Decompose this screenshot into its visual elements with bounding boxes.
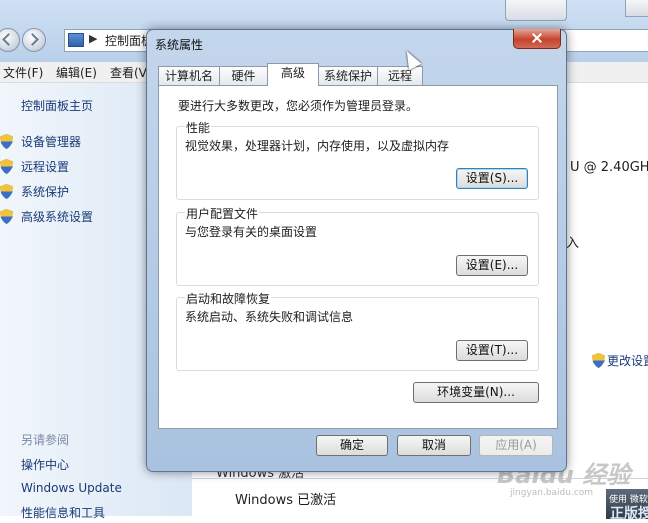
sidebar-item-label: 设备管理器 (21, 135, 82, 149)
dialog-title: 系统属性 (155, 38, 204, 52)
menu-edit[interactable]: 编辑(E) (56, 64, 97, 81)
sidebar-item-label: 高级系统设置 (21, 210, 94, 224)
uac-shield-icon (0, 134, 13, 149)
tab-remote[interactable]: 远程 (377, 66, 423, 85)
forward-button[interactable] (22, 28, 46, 52)
tab-advanced[interactable]: 高级 (267, 63, 319, 86)
background-minimize-maximize-buttons[interactable] (505, 0, 567, 21)
environment-variables-button[interactable]: 环境变量(N)... (413, 382, 539, 403)
background-close-button[interactable] (625, 0, 648, 17)
activation-status: Windows 已激活 (235, 493, 337, 508)
sidebar-home-link[interactable]: 控制面板主页 (21, 97, 93, 114)
performance-settings-button[interactable]: 设置(S)... (456, 168, 528, 189)
cancel-button[interactable]: 取消 (397, 435, 471, 456)
see-also-heading: 另请参阅 (21, 433, 70, 447)
system-properties-dialog: 系统属性 计算机名 硬件 高级 系统保护 远程 要进行大多数更改，您必须作为管理… (146, 29, 567, 472)
sidebar-link-windows-update[interactable]: Windows Update (21, 481, 122, 495)
admin-notice: 要进行大多数更改，您必须作为管理员登录。 (178, 99, 419, 113)
advanced-tab-panel: 要进行大多数更改，您必须作为管理员登录。 性能 视觉效果，处理器计划，内存使用，… (158, 85, 558, 429)
sidebar-link-action-center[interactable]: 操作中心 (21, 456, 69, 473)
processor-value: U @ 2.40GHz (570, 160, 648, 175)
performance-group: 性能 视觉效果，处理器计划，内存使用，以及虚拟内存 设置(S)... (176, 119, 539, 200)
group-title: 启动和故障恢复 (185, 290, 272, 307)
genuine-line2: 正版授 (610, 506, 648, 522)
breadcrumb-arrow-icon[interactable]: ▶ (89, 32, 97, 45)
control-panel-icon (68, 33, 84, 47)
startup-recovery-group: 启动和故障恢复 系统启动、系统失败和调试信息 设置(T)... (176, 290, 539, 371)
group-description: 系统启动、系统失败和调试信息 (185, 310, 354, 324)
startup-recovery-settings-button[interactable]: 设置(T)... (456, 340, 528, 361)
partial-label: 入 (566, 236, 580, 251)
group-description: 视觉效果，处理器计划，内存使用，以及虚拟内存 (185, 139, 450, 153)
apply-button[interactable]: 应用(A) (479, 435, 553, 456)
tab-hardware[interactable]: 硬件 (219, 66, 268, 85)
sidebar-link-performance[interactable]: 性能信息和工具 (21, 504, 105, 521)
tab-system-protection[interactable]: 系统保护 (318, 66, 378, 85)
change-settings-label: 更改设置 (607, 354, 648, 368)
group-title: 用户配置文件 (185, 205, 260, 222)
uac-shield-icon (0, 159, 13, 174)
sidebar-item-label: 远程设置 (21, 160, 70, 174)
user-profiles-settings-button[interactable]: 设置(E)... (456, 255, 528, 276)
watermark-url: jingyan.baidu.com (510, 488, 594, 498)
sidebar-item-label: 系统保护 (21, 185, 70, 199)
close-button[interactable] (513, 29, 561, 49)
uac-shield-icon (0, 184, 13, 199)
tab-computer-name[interactable]: 计算机名 (158, 66, 220, 85)
menu-file[interactable]: 文件(F) (3, 64, 43, 81)
user-profiles-group: 用户配置文件 与您登录有关的桌面设置 设置(E)... (176, 205, 539, 286)
genuine-microsoft-badge[interactable]: 使用 微软 正版授 (606, 489, 648, 522)
uac-shield-icon (592, 353, 605, 368)
group-title: 性能 (185, 119, 212, 136)
ok-button[interactable]: 确定 (316, 435, 388, 456)
group-description: 与您登录有关的桌面设置 (185, 225, 318, 239)
tab-strip: 计算机名 硬件 高级 系统保护 远程 (158, 63, 558, 86)
uac-shield-icon (0, 209, 13, 224)
